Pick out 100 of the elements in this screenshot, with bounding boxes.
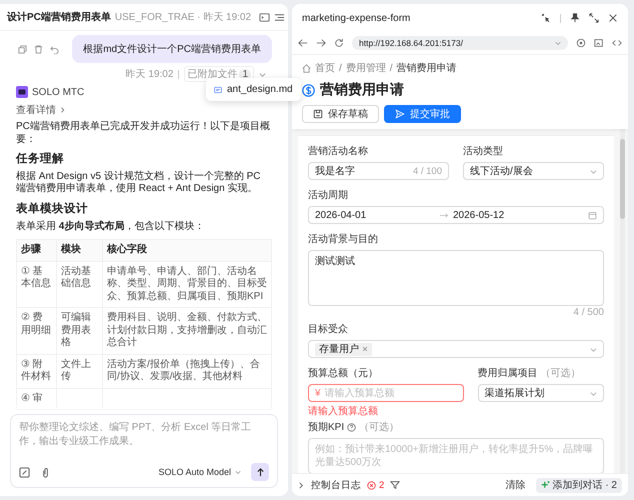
delete-icon[interactable] (34, 44, 44, 54)
message-input[interactable]: 帮你整理论文综述、编写 PPT、分析 Excel 等日常工作，输出专业级工作成果。 (19, 421, 269, 463)
submit-button[interactable]: 提交审批 (384, 105, 461, 123)
save-draft-button[interactable]: 保存草稿 (302, 105, 379, 123)
user-message: 根据md文件设计一个PC端营销费用表单 (72, 35, 272, 63)
textarea-field[interactable]: 例如：预计带来10000+新增注册用户，转化率提升5%，品牌曝光量达500万次 (308, 438, 604, 473)
column-header: 模块 (56, 240, 102, 262)
date-range-picker[interactable]: 2026-04-01 2026-05-12 (308, 206, 604, 224)
task-text: 根据 Ant Design v5 设计规范文档，设计一个完整的 PC 端营销费用申请表单，使用 React + Ant Design 实现。 (16, 170, 262, 196)
attached-file[interactable]: ant_design.md (214, 84, 293, 95)
edit-icon[interactable] (19, 466, 30, 478)
field-label: 营销活动名称 (308, 144, 368, 158)
summary-text: PC端营销费用表单已完成开发并成功运行！以下是项目概要： (16, 121, 271, 146)
paperclip-icon[interactable] (40, 466, 51, 478)
scrollbar[interactable] (620, 129, 625, 473)
field-label: 目标受众 (308, 322, 348, 336)
calendar-icon (588, 210, 597, 220)
chevron-down-icon (235, 469, 241, 475)
dollar-circle-icon (302, 84, 315, 96)
multi-select-field[interactable]: 存量用户 (308, 340, 604, 358)
table-cell: ④ 审 (16, 388, 56, 410)
browser-title: marketing-expense-form (302, 12, 410, 24)
table-cell: 活动基础信息 (56, 261, 102, 308)
chevron-right-icon (60, 107, 66, 113)
chevron-down-icon (555, 40, 561, 46)
table-cell: ③ 附件材料 (16, 354, 56, 388)
select-field[interactable]: 渠道拓展计划 (478, 384, 604, 402)
error-message: 请输入预算总额 (308, 404, 379, 418)
character-count: 4 / 500 (572, 307, 604, 318)
optional-hint: （可选） (540, 366, 581, 380)
count-badge: 1 (239, 68, 251, 80)
chat-subtitle: USE_FOR_TRAE · 昨天 19:02 (114, 11, 252, 24)
send-icon (395, 109, 405, 119)
field-label: 预期KPI (308, 420, 344, 434)
add-to-chat-button[interactable]: 添加到对话 · 2 (536, 478, 622, 492)
undo-icon[interactable] (50, 44, 60, 54)
column-header: 核心字段 (102, 240, 272, 262)
cursor-click-icon[interactable] (541, 13, 551, 23)
section-heading: 任务理解 (16, 152, 65, 167)
error-count: 2 (379, 480, 384, 490)
chat-title: 设计PC端营销费用表单 (7, 10, 111, 24)
address-bar[interactable]: http://192.168.64.201:5173/ (352, 36, 568, 50)
expand-icon[interactable] (589, 13, 599, 23)
model-selector[interactable]: SOLO Auto Model (158, 467, 241, 477)
details-link[interactable]: 查看详情 (16, 103, 66, 117)
select-field[interactable]: 线下活动/展会 (463, 162, 604, 180)
message-composer[interactable]: 帮你整理论文综述、编写 PPT、分析 Excel 等日常工作，输出专业级工作成果。 SOLO Auto Model (10, 414, 278, 488)
clear-button[interactable]: 清除 (502, 478, 530, 492)
table-cell: 文件上传 (56, 354, 102, 388)
close-icon[interactable] (608, 13, 618, 23)
textarea-field[interactable]: 测试测试 (308, 250, 604, 306)
breadcrumb-separator: / (339, 62, 342, 74)
error-icon (367, 480, 376, 490)
terminal-icon[interactable] (259, 12, 270, 22)
page-title: 营销费用申请 (320, 81, 404, 99)
filter-icon[interactable] (390, 480, 400, 490)
message-time: 昨天 19:02 (126, 68, 174, 81)
list-icon[interactable] (274, 12, 286, 22)
text-input[interactable]: 我是名字 4 / 100 (308, 162, 449, 180)
field-label: 活动背景与目的 (308, 232, 378, 246)
table-cell: 可编辑费用表格 (56, 308, 102, 354)
chevron-down-icon (590, 168, 597, 174)
reload-icon[interactable] (334, 38, 344, 48)
home-icon (302, 64, 311, 72)
section-heading: 表单模块设计 (16, 202, 89, 217)
tag[interactable]: 存量用户 (315, 342, 372, 356)
field-label: 预算总额（元） (308, 366, 378, 380)
forward-icon[interactable] (316, 38, 326, 48)
table-cell: 活动方案/报价单（拖拽上传）、合同/协议、发票/收据、其他材料 (102, 354, 272, 388)
agent-name: SOLO MTC (32, 86, 84, 98)
breadcrumb-item[interactable]: 费用管理 (346, 61, 386, 75)
save-icon (313, 109, 323, 119)
pin-icon[interactable] (570, 13, 580, 23)
arrow-up-icon (256, 468, 264, 476)
field-label: 活动类型 (463, 144, 503, 158)
optional-hint: （可选） (359, 420, 400, 434)
chevron-down-icon (590, 390, 597, 396)
chevron-right-icon[interactable] (298, 482, 305, 488)
chevron-down-icon[interactable] (259, 70, 266, 78)
breadcrumb-item[interactable]: 营销费用申请 (396, 61, 457, 75)
file-icon (214, 86, 222, 94)
table-cell: 费用科目、说明、金额、付款方式、计划付款日期，支持增删改，自动汇总合计 (102, 308, 272, 354)
currency-symbol: ¥ (315, 388, 321, 398)
arrow-right-icon (439, 212, 449, 218)
table-cell: ① 基本信息 (16, 261, 56, 308)
help-icon[interactable] (347, 422, 356, 432)
back-icon[interactable] (298, 38, 308, 48)
copy-icon[interactable] (18, 44, 28, 54)
breadcrumb-item[interactable]: 首页 (315, 61, 335, 75)
console-log-label[interactable]: 控制台日志 (311, 478, 361, 492)
breadcrumb-separator: / (390, 62, 393, 74)
module-text: 表单采用 4步向导式布局，包含以下模块： (16, 220, 206, 234)
column-header: 步骤 (16, 240, 56, 262)
table-cell: 申请单号、申请人、部门、活动名称、类型、周期、背景目的、目标受众、预算总额、归属项目、预期KPI (102, 261, 272, 308)
target-icon[interactable] (576, 38, 586, 48)
agent-avatar-icon (16, 86, 28, 98)
field-label: 费用归属项目 (478, 366, 538, 380)
send-button[interactable] (251, 463, 269, 481)
table-cell: ② 费用明细 (16, 308, 56, 354)
code-icon[interactable] (612, 38, 622, 48)
